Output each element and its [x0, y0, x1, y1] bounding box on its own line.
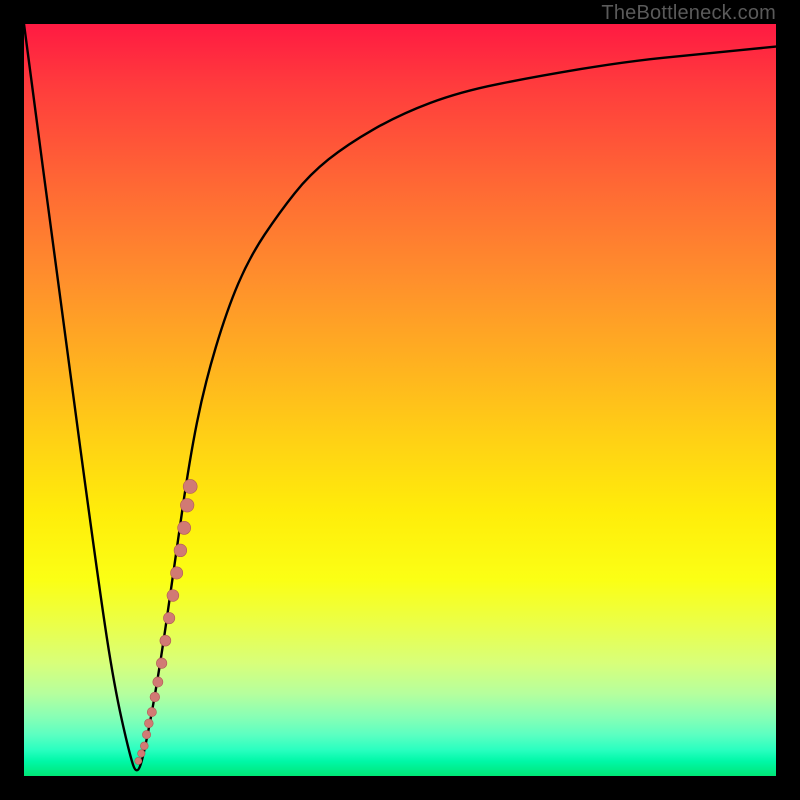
highlight-dot	[183, 479, 197, 493]
highlight-dot	[167, 590, 179, 602]
highlight-dot	[171, 567, 183, 579]
highlight-dot	[180, 498, 194, 512]
highlight-dot	[150, 692, 160, 702]
plot-area	[24, 24, 776, 776]
highlight-dot	[153, 677, 163, 687]
bottleneck-curve	[24, 24, 776, 770]
highlight-dot	[174, 544, 187, 557]
highlight-dot	[135, 757, 142, 764]
highlight-dot	[138, 750, 145, 757]
watermark-text: TheBottleneck.com	[601, 2, 776, 25]
bottleneck-curve-path	[24, 24, 776, 770]
highlight-dot	[142, 730, 150, 738]
highlight-dot	[144, 719, 153, 728]
highlight-dot	[163, 612, 174, 623]
highlight-dot	[156, 658, 167, 669]
highlight-dot	[147, 707, 156, 716]
highlight-dot	[140, 742, 148, 750]
chart-frame: TheBottleneck.com	[0, 0, 800, 800]
highlight-dot-cluster	[135, 479, 197, 764]
highlight-dot	[178, 521, 191, 534]
highlight-dot	[160, 635, 171, 646]
curve-layer	[24, 24, 776, 776]
